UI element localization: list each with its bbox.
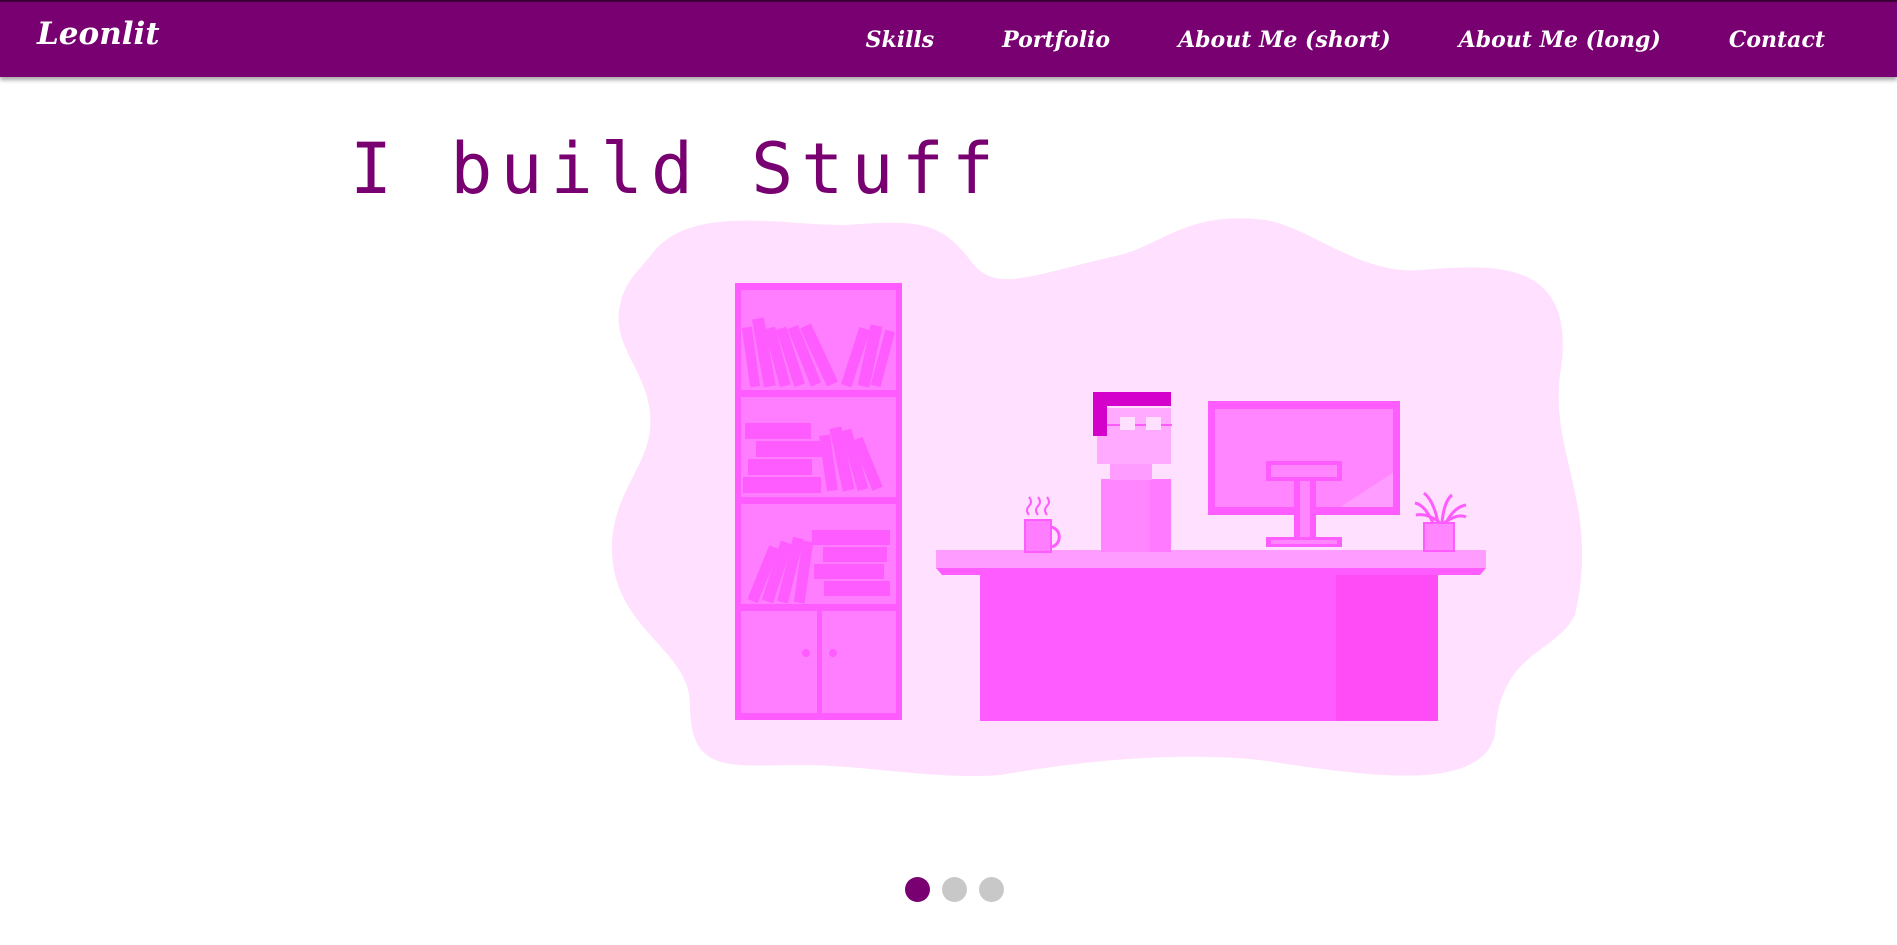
nav-link-skills[interactable]: Skills <box>832 27 969 53</box>
nav-link-about-short[interactable]: About Me (short) <box>1144 27 1425 53</box>
carousel-dot-1[interactable] <box>905 877 930 902</box>
hero-headline: I build Stuff <box>350 128 1002 210</box>
nav-link-portfolio[interactable]: Portfolio <box>968 27 1144 53</box>
nav-link-contact[interactable]: Contact <box>1695 27 1897 53</box>
carousel-indicators <box>905 877 1004 902</box>
nav-link-about-long[interactable]: About Me (long) <box>1425 27 1695 53</box>
carousel-dot-2[interactable] <box>942 877 967 902</box>
bookshelf <box>735 283 902 720</box>
nav-links: Skills Portfolio About Me (short) About … <box>832 2 1897 77</box>
brand-logo-link[interactable]: Leonlit <box>37 16 160 52</box>
desk <box>936 550 1486 721</box>
developer-at-desk-illustration <box>611 218 1583 777</box>
carousel-dot-3[interactable] <box>979 877 1004 902</box>
top-navbar: Leonlit Skills Portfolio About Me (short… <box>0 0 1897 77</box>
